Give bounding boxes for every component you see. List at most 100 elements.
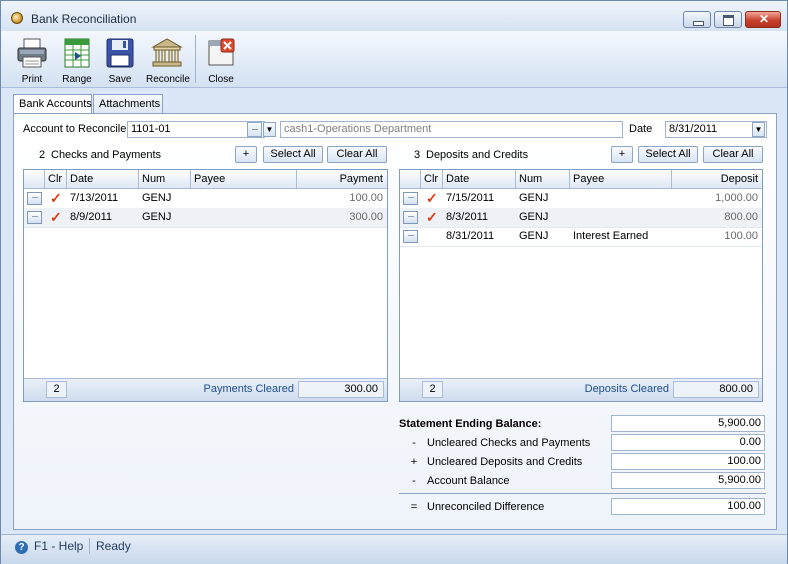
toolbar: Print Range Save Reconcile Close: [1, 31, 787, 88]
row-amount: 300.00: [349, 211, 383, 223]
print-label: Print: [21, 74, 43, 85]
help-shortcut[interactable]: F1 - Help: [34, 539, 83, 553]
cleared-check-icon[interactable]: ✓: [50, 189, 62, 208]
row-amount: 100.00: [724, 230, 758, 242]
deposits-col-clr[interactable]: Clr: [421, 170, 443, 188]
row-expand-button[interactable]: ···: [403, 230, 418, 243]
row-date: 7/13/2011: [70, 192, 119, 204]
checks-count: 2: [39, 149, 46, 161]
deposits-select-all-button[interactable]: Select All: [638, 146, 698, 163]
checks-title: Checks and Payments: [51, 149, 162, 161]
row-payee: [191, 208, 297, 227]
cleared-check-icon[interactable]: ✓: [426, 208, 438, 227]
row-num: GENJ: [519, 230, 549, 242]
toolbar-separator: [195, 35, 196, 83]
account-lookup-button[interactable]: ···: [247, 122, 262, 137]
checks-grid-footer: 2 Payments Cleared 300.00: [24, 378, 387, 401]
floppy-disk-icon: [106, 38, 134, 68]
chevron-down-icon: ▼: [754, 125, 763, 134]
row-num: GENJ: [519, 211, 549, 223]
deposits-clear-all-button[interactable]: Clear All: [703, 146, 763, 163]
row-amount: 1,000.00: [715, 192, 758, 204]
spreadsheet-range-icon: [64, 38, 90, 68]
row-expand-button[interactable]: ···: [27, 192, 42, 205]
checks-grid: Clr Date Num Payee Payment ··· ✓ 7/13/20…: [23, 169, 388, 402]
row-num: GENJ: [142, 211, 172, 223]
checks-clear-all-button[interactable]: Clear All: [327, 146, 387, 163]
statement-ending-balance-field[interactable]: 5,900.00: [611, 415, 765, 432]
help-icon[interactable]: ?: [15, 541, 28, 554]
checks-grid-header: Clr Date Num Payee Payment: [24, 170, 387, 189]
table-row[interactable]: ··· ✓ 7/15/2011 GENJ 1,000.00: [400, 189, 762, 209]
window-title: Bank Reconciliation: [31, 12, 137, 26]
checks-add-button[interactable]: +: [235, 146, 257, 163]
cleared-check-icon[interactable]: ✓: [50, 208, 62, 227]
payments-cleared-total: 300.00: [298, 381, 384, 398]
minimize-button[interactable]: [683, 11, 711, 28]
close-button[interactable]: Close: [200, 34, 242, 86]
row-date: 8/3/2011: [446, 211, 489, 223]
deposits-grid-footer: 2 Deposits Cleared 800.00: [400, 378, 762, 401]
reconcile-label: Reconcile: [146, 74, 190, 85]
table-row[interactable]: ··· ✓ 7/13/2011 GENJ 100.00: [24, 189, 387, 209]
account-balance-value: 5,900.00: [611, 472, 765, 489]
tab-bank-accounts[interactable]: Bank Accounts: [13, 94, 92, 114]
save-button[interactable]: Save: [99, 34, 141, 86]
account-dropdown-button[interactable]: ▼: [263, 122, 276, 137]
difference-operator: =: [410, 501, 418, 513]
reconcile-button[interactable]: Reconcile: [146, 34, 190, 86]
uncleared-deposits-label: Uncleared Deposits and Credits: [427, 456, 583, 468]
print-button[interactable]: Print: [11, 34, 53, 86]
status-bar: ? F1 - Help Ready: [1, 534, 787, 564]
uncleared-deposits-value: 100.00: [611, 453, 765, 470]
deposits-col-payee[interactable]: Payee: [570, 170, 672, 188]
uncleared-checks-value: 0.00: [611, 434, 765, 451]
deposits-col-num[interactable]: Num: [516, 170, 570, 188]
deposits-cleared-total: 800.00: [673, 381, 759, 398]
deposits-add-button[interactable]: +: [611, 146, 633, 163]
deposits-col-expand: [400, 170, 421, 188]
close-label: Close: [208, 74, 234, 85]
table-row[interactable]: ··· ✓ 8/9/2011 GENJ 300.00: [24, 208, 387, 228]
deposits-footer-count: 2: [422, 381, 443, 398]
checks-select-all-button[interactable]: Select All: [263, 146, 323, 163]
maximize-button[interactable]: [714, 11, 742, 28]
account-label: Account to Reconcile: [23, 123, 127, 135]
deposits-count: 3: [414, 149, 421, 161]
checks-footer-count: 2: [46, 381, 67, 398]
deposits-cleared-label: Deposits Cleared: [584, 383, 669, 395]
account-description-field: cash1-Operations Department: [280, 121, 623, 138]
checks-col-date[interactable]: Date: [67, 170, 139, 188]
row-amount: 800.00: [724, 211, 758, 223]
deposits-col-deposit[interactable]: Deposit: [672, 170, 762, 188]
close-icon: ✕: [759, 12, 770, 26]
checks-col-clr[interactable]: Clr: [45, 170, 67, 188]
account-number-field[interactable]: 1101-01: [127, 121, 265, 138]
range-button[interactable]: Range: [56, 34, 98, 86]
row-expand-button[interactable]: ···: [403, 192, 418, 205]
deposits-col-date[interactable]: Date: [443, 170, 516, 188]
date-dropdown-button[interactable]: ▼: [752, 122, 765, 137]
account-balance-label: Account Balance: [427, 475, 510, 487]
chevron-down-icon: ▼: [265, 125, 274, 134]
row-date: 8/9/2011: [70, 211, 113, 223]
checks-col-payment[interactable]: Payment: [297, 170, 387, 188]
row-payee: [570, 189, 672, 208]
deposits-title: Deposits and Credits: [426, 149, 529, 161]
printer-icon: [17, 38, 47, 68]
deposits-grid-header: Clr Date Num Payee Deposit: [400, 170, 762, 189]
bank-reconciliation-window: Bank Reconciliation ✕ Print Range Save R…: [0, 0, 788, 564]
uncleared-check-cell[interactable]: [426, 227, 440, 246]
close-window-button[interactable]: ✕: [745, 11, 781, 28]
checks-col-num[interactable]: Num: [139, 170, 191, 188]
table-row[interactable]: ··· ✓ 8/3/2011 GENJ 800.00: [400, 208, 762, 228]
checks-col-payee[interactable]: Payee: [191, 170, 297, 188]
row-payee: [191, 189, 297, 208]
cleared-check-icon[interactable]: ✓: [426, 189, 438, 208]
row-amount: 100.00: [349, 192, 383, 204]
tab-attachments[interactable]: Attachments: [93, 94, 163, 113]
row-expand-button[interactable]: ···: [27, 211, 42, 224]
row-expand-button[interactable]: ···: [403, 211, 418, 224]
date-label: Date: [629, 123, 653, 135]
table-row[interactable]: ··· 8/31/2011 GENJ Interest Earned 100.0…: [400, 227, 762, 247]
